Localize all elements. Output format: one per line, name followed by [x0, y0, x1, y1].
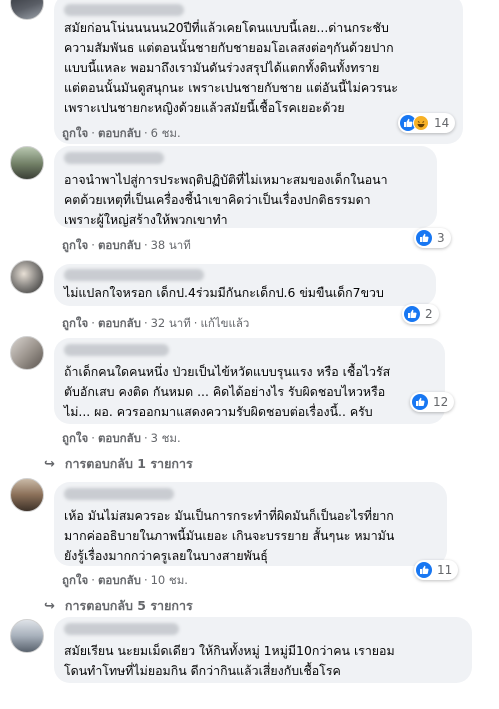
haha-emoji-icon: [413, 115, 429, 131]
timestamp[interactable]: 10 ชม.: [151, 573, 188, 587]
timestamp[interactable]: 3 ชม.: [151, 431, 181, 445]
timestamp[interactable]: 6 ชม.: [151, 126, 181, 140]
comment-text: สมัยเรียน นะยมเม็ดเดียว ให้กินทั้งหมู่ 1…: [64, 643, 395, 658]
reply-link[interactable]: ตอบกลับ: [98, 316, 141, 330]
commenter-name-blurred[interactable]: [64, 152, 164, 164]
reaction-count: 2: [425, 307, 433, 321]
comment-text: ตับอักเสบ คงติด กันหมด ... คิดได้อย่างไร…: [64, 384, 386, 399]
avatar[interactable]: [10, 619, 44, 653]
comment-text: อาจนำพาไปสู่การประพฤติปฏิบัติที่ไม่เหมาะ…: [64, 172, 388, 187]
reply-link[interactable]: ตอบกลับ: [98, 431, 141, 445]
comment-text: ไม่... ผอ. ควรออกมาแสดงความรับผิดชอบต่อเ…: [64, 404, 373, 419]
view-replies-button[interactable]: ↪ การตอบกลับ 5 รายการ: [44, 596, 193, 616]
timestamp[interactable]: 32 นาที: [151, 316, 191, 330]
thumbs-up-icon: [412, 394, 428, 410]
comment-text: มากค่ออธิบายในภาพนี้มันเยอะ เกินจะบรรยาย…: [64, 528, 395, 543]
reaction-summary[interactable]: 12: [410, 392, 455, 412]
thumbs-up-icon: [416, 230, 432, 246]
comment-actions: ถูกใจ · ตอบกลับ · 3 ชม.: [62, 431, 181, 445]
comment-bubble: ถ้าเด็กคนใดคนหนึ่ง ป่วยเป็นไข้หวัดแบบรุน…: [54, 338, 445, 424]
comment-bubble: เห้อ มันไม่สมควรอะ มันเป็นการกระทำที่ผิด…: [54, 482, 447, 566]
comment-text: แต่ตอนนั้นมันดูสนุกนะ เพราะเปนชายกับชาย …: [64, 80, 398, 95]
reaction-summary[interactable]: 14: [398, 113, 456, 133]
commenter-name-blurred[interactable]: [64, 488, 174, 500]
avatar[interactable]: [10, 146, 44, 180]
comment-bubble: อาจนำพาไปสู่การประพฤติปฏิบัติที่ไม่เหมาะ…: [54, 146, 437, 228]
avatar[interactable]: [10, 0, 44, 20]
reaction-count: 12: [433, 395, 449, 409]
view-replies-button[interactable]: ↪ การตอบกลับ 1 รายการ: [44, 454, 193, 474]
comment-text: โดนทำโทษที่ไม่ยอมกิน ดีกว่ากินแล้วเสี่ยง…: [64, 663, 341, 678]
timestamp[interactable]: 38 นาที: [151, 238, 191, 252]
avatar[interactable]: [10, 260, 44, 294]
commenter-name-blurred[interactable]: [64, 4, 184, 16]
like-link[interactable]: ถูกใจ: [62, 126, 88, 140]
comment-text: เพราะผู้ใหญ่สร้างให้พวกเขาทำ: [64, 212, 228, 227]
comment-bubble: สมัยเรียน นะยมเม็ดเดียว ให้กินทั้งหมู่ 1…: [54, 617, 472, 683]
comment-actions: ถูกใจ · ตอบกลับ · 32 นาที · แก้ไขแล้ว: [62, 316, 250, 330]
comment-bubble: ไม่แปลกใจหรอก เด็กป.4ร่วมมีกันกะเด็กป.6 …: [54, 264, 436, 306]
like-link[interactable]: ถูกใจ: [62, 573, 88, 587]
reply-arrow-icon: ↪: [44, 598, 55, 614]
reaction-summary[interactable]: 3: [414, 228, 451, 248]
view-replies-label: การตอบกลับ 5 รายการ: [64, 598, 193, 613]
reply-link[interactable]: ตอบกลับ: [98, 126, 141, 140]
comment-text: สมัยก่อนโน่นนนนน20ปีที่แล้วเคยโดนแบบนี้เ…: [64, 20, 389, 35]
edited-label[interactable]: แก้ไขแล้ว: [200, 316, 249, 330]
thumbs-up-icon: [416, 562, 432, 578]
commenter-name-blurred[interactable]: [64, 269, 204, 281]
commenter-name-blurred[interactable]: [64, 623, 179, 635]
reaction-count: 11: [437, 563, 453, 577]
reply-link[interactable]: ตอบกลับ: [98, 573, 141, 587]
comment-actions: ถูกใจ · ตอบกลับ · 6 ชม.: [62, 126, 181, 140]
reaction-summary[interactable]: 2: [402, 304, 439, 324]
avatar[interactable]: [10, 336, 44, 370]
reaction-count: 3: [437, 231, 445, 245]
comment-text: เพราะเปนชายกะหญิงด้วยแล้วสมัยนี้เชื้อโรค…: [64, 100, 345, 115]
comment-actions: ถูกใจ · ตอบกลับ · 38 นาที: [62, 238, 191, 252]
comment-text: แบบนี้แหละ พอมาถึงเรามันดันร่วงสรุปได้แต…: [64, 60, 380, 75]
comment-text: ถ้าเด็กคนใดคนหนึ่ง ป่วยเป็นไข้หวัดแบบรุน…: [64, 364, 391, 379]
comment-text: ยังรู้เรื่องมากกว่าครูเลยในบางสายพันธุ์: [64, 548, 268, 563]
reaction-count: 14: [434, 116, 450, 130]
reaction-summary[interactable]: 11: [414, 560, 459, 580]
view-replies-label: การตอบกลับ 1 รายการ: [64, 456, 193, 471]
reply-arrow-icon: ↪: [44, 456, 55, 472]
avatar[interactable]: [10, 478, 44, 512]
comment-text: เห้อ มันไม่สมควรอะ มันเป็นการกระทำที่ผิด…: [64, 508, 394, 523]
reply-link[interactable]: ตอบกลับ: [98, 238, 141, 252]
like-link[interactable]: ถูกใจ: [62, 316, 88, 330]
thumbs-up-icon: [404, 306, 420, 322]
like-link[interactable]: ถูกใจ: [62, 238, 88, 252]
comment-text: คตด้วยเหตุที่เป็นเครื่องชี้นำเขาคิดว่าเป…: [64, 192, 371, 207]
commenter-name-blurred[interactable]: [64, 344, 169, 356]
comment-actions: ถูกใจ · ตอบกลับ · 10 ชม.: [62, 573, 188, 587]
like-link[interactable]: ถูกใจ: [62, 431, 88, 445]
comment-text: ความสัมพันธ แต่ตอนนั้นชายกับชายอมโอเลสงต…: [64, 40, 394, 55]
comment-text: ไม่แปลกใจหรอก เด็กป.4ร่วมมีกันกะเด็กป.6 …: [64, 285, 384, 300]
